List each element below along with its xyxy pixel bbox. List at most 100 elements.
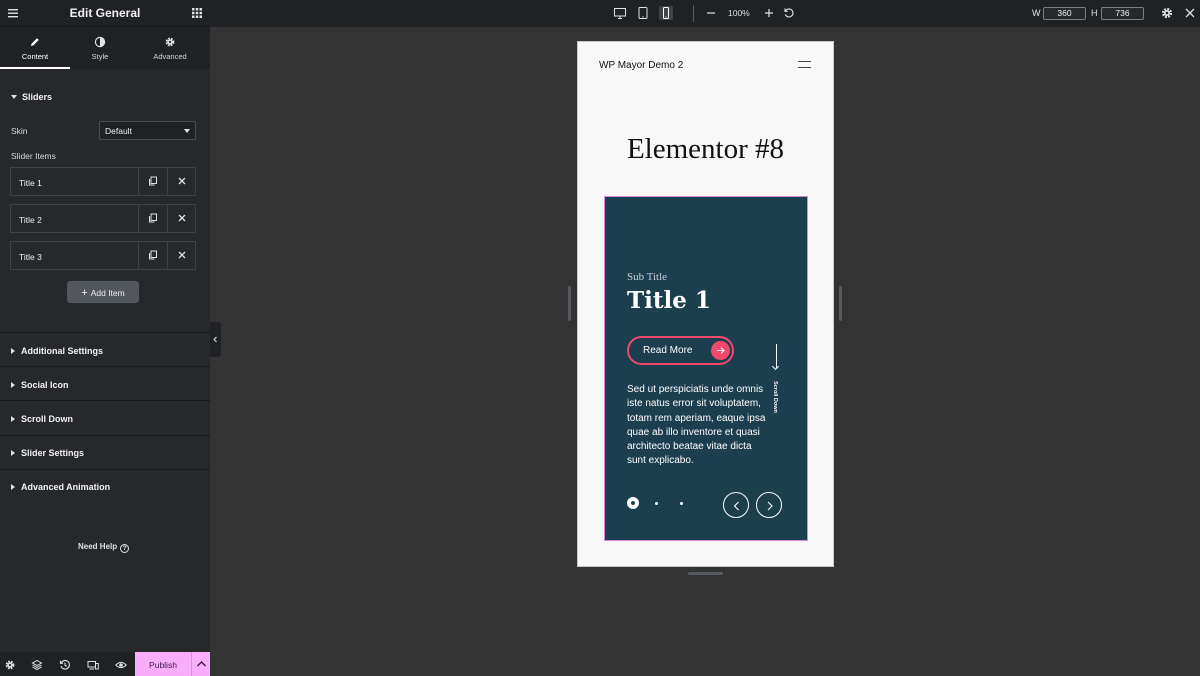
history-icon[interactable] — [59, 658, 71, 670]
width-input[interactable]: 360 — [1043, 7, 1086, 20]
scroll-down-indicator[interactable]: Scroll Down — [771, 344, 783, 413]
pagination-dot-active[interactable] — [627, 497, 639, 509]
chevron-left-icon — [213, 336, 217, 343]
publish-button[interactable]: Publish — [135, 652, 191, 676]
zoom-in-icon[interactable] — [762, 6, 776, 20]
chevron-right-icon — [767, 501, 773, 511]
preview-eye-icon[interactable] — [115, 658, 127, 670]
divider — [0, 366, 210, 367]
pagination-dot[interactable] — [655, 502, 658, 505]
top-bar: 100% W 360 H 736 — [210, 0, 1200, 27]
slide-title: Title 1 — [627, 287, 711, 314]
caret-right-icon — [11, 382, 15, 388]
plus-icon: + — [81, 287, 88, 299]
panel-tabs: Content Style Advanced — [0, 27, 210, 69]
caret-right-icon — [11, 450, 15, 456]
section-label: Advanced Animation — [21, 482, 111, 492]
next-slide-button[interactable] — [756, 492, 782, 518]
section-social-icon[interactable]: Social Icon — [11, 380, 69, 390]
duplicate-icon — [149, 213, 157, 223]
add-item-label: Add Item — [90, 288, 125, 298]
remove-button[interactable] — [167, 205, 196, 232]
section-slider-settings[interactable]: Slider Settings — [11, 448, 84, 458]
repeater-item: Title 3 — [10, 241, 196, 270]
scroll-down-label: Scroll Down — [771, 381, 778, 413]
chevron-down-icon — [184, 129, 190, 133]
responsive-mode-icon[interactable] — [87, 658, 99, 670]
tablet-device-icon[interactable] — [636, 6, 650, 20]
resize-handle-left[interactable] — [568, 286, 571, 321]
desktop-device-icon[interactable] — [613, 6, 627, 20]
hamburger-menu-icon[interactable] — [798, 61, 811, 68]
duplicate-button[interactable] — [138, 205, 167, 232]
settings-gear-icon[interactable] — [1160, 6, 1174, 20]
pagination-dot[interactable] — [680, 502, 683, 505]
section-label: Scroll Down — [21, 414, 74, 424]
repeater-item: Title 1 — [10, 167, 196, 196]
height-input[interactable]: 736 — [1101, 7, 1144, 20]
section-sliders[interactable]: Sliders — [11, 92, 52, 102]
question-icon: ? — [120, 544, 130, 553]
resize-handle-bottom[interactable] — [688, 572, 723, 575]
add-item-button[interactable]: + Add Item — [67, 281, 139, 303]
tab-advanced[interactable]: Advanced — [135, 27, 205, 69]
skin-label: Skin — [11, 126, 28, 136]
caret-right-icon — [11, 484, 15, 490]
navigator-layers-icon[interactable] — [31, 658, 43, 671]
arrow-down-head — [771, 362, 780, 371]
repeater-item-title[interactable]: Title 3 — [19, 252, 42, 262]
tab-content-label: Content — [21, 52, 49, 61]
reset-zoom-icon[interactable] — [782, 6, 796, 20]
close-icon — [178, 214, 186, 222]
tab-content[interactable]: Content — [0, 27, 70, 69]
repeater-item: Title 2 — [10, 204, 196, 233]
zoom-out-icon[interactable] — [704, 6, 718, 20]
repeater-item-title[interactable]: Title 2 — [19, 215, 42, 225]
site-title[interactable]: WP Mayor Demo 2 — [599, 60, 683, 71]
need-help-label: Need Help — [78, 542, 118, 551]
slide-description: Sed ut perspiciatis unde omnis iste natu… — [627, 384, 766, 467]
publish-options-button[interactable] — [191, 652, 210, 676]
widgets-grid-icon[interactable] — [189, 5, 205, 21]
tab-style-label: Style — [91, 52, 109, 61]
prev-slide-button[interactable] — [723, 492, 749, 518]
read-more-button[interactable]: Read More — [627, 336, 734, 365]
caret-right-icon — [11, 348, 15, 354]
mobile-device-icon[interactable] — [659, 6, 673, 20]
divider — [0, 400, 210, 401]
dot-inner — [631, 501, 635, 505]
read-more-label: Read More — [643, 345, 693, 356]
settings-icon[interactable] — [4, 658, 16, 670]
need-help-link[interactable]: Need Help? — [78, 542, 130, 553]
section-label: Social Icon — [21, 380, 69, 390]
slider-widget[interactable]: Sub Title Title 1 Read More Sed ut persp… — [604, 196, 808, 541]
tab-style[interactable]: Style — [65, 27, 135, 69]
resize-handle-right[interactable] — [839, 286, 842, 321]
tab-advanced-label: Advanced — [153, 52, 187, 61]
duplicate-button[interactable] — [138, 168, 167, 195]
close-icon[interactable] — [1183, 6, 1197, 20]
remove-button[interactable] — [167, 168, 196, 195]
section-scroll-down[interactable]: Scroll Down — [11, 414, 73, 424]
contrast-icon — [94, 35, 106, 48]
divider — [0, 469, 210, 470]
arrow-right-icon — [711, 341, 730, 360]
skin-select[interactable]: Default — [99, 121, 196, 140]
zoom-level: 100% — [728, 8, 750, 18]
divider — [0, 435, 210, 436]
panel-header: Edit General — [0, 0, 210, 27]
editor-panel: Edit General Content Style Advanced Slid… — [0, 0, 210, 676]
close-icon — [178, 177, 186, 185]
caret-right-icon — [11, 416, 15, 422]
section-additional-settings[interactable]: Additional Settings — [11, 346, 103, 356]
collapse-panel-button[interactable] — [210, 322, 221, 357]
divider — [0, 332, 210, 333]
section-label: Additional Settings — [21, 346, 103, 356]
section-advanced-animation[interactable]: Advanced Animation — [11, 482, 110, 492]
height-label: H — [1091, 8, 1098, 18]
caret-down-icon — [11, 95, 17, 99]
duplicate-button[interactable] — [138, 242, 167, 269]
page-heading: Elementor #8 — [626, 133, 785, 165]
repeater-item-title[interactable]: Title 1 — [19, 178, 42, 188]
remove-button[interactable] — [167, 242, 196, 269]
